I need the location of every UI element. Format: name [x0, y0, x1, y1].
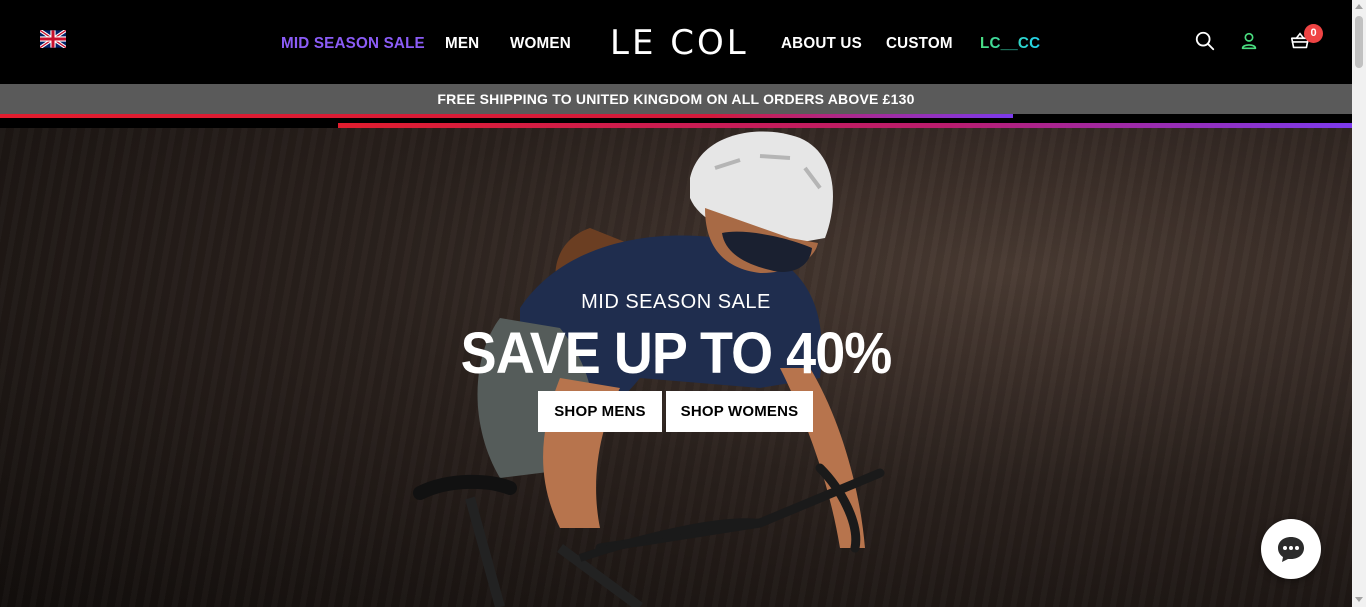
hero-banner: MID SEASON SALE SAVE UP TO 40% SHOP MENS…	[0, 128, 1352, 607]
page-scrollbar[interactable]	[1352, 0, 1366, 607]
chat-widget-button[interactable]	[1261, 519, 1321, 579]
hero-eyebrow: MID SEASON SALE	[581, 291, 771, 313]
chat-bubble-icon	[1278, 537, 1304, 562]
account-icon[interactable]	[1238, 30, 1260, 52]
shop-womens-button[interactable]: SHOP WOMENS	[666, 391, 813, 432]
shipping-banner: FREE SHIPPING TO UNITED KINGDOM ON ALL O…	[0, 84, 1352, 114]
nav-men[interactable]: MEN	[445, 35, 479, 53]
scroll-up-arrow-icon[interactable]	[1355, 4, 1363, 9]
nav-custom[interactable]: CUSTOM	[886, 35, 953, 53]
hero-headline: SAVE UP TO 40%	[460, 321, 893, 386]
search-icon[interactable]	[1194, 30, 1216, 52]
site-logo[interactable]: LE COL	[610, 23, 749, 63]
nav-mid-season-sale[interactable]: MID SEASON SALE	[281, 35, 425, 53]
scroll-down-arrow-icon[interactable]	[1355, 597, 1363, 602]
shop-mens-button[interactable]: SHOP MENS	[538, 391, 662, 432]
nav-about-us[interactable]: ABOUT US	[781, 35, 862, 53]
nav-women[interactable]: WOMEN	[510, 35, 571, 53]
nav-lccc[interactable]: LC__CC	[980, 35, 1040, 53]
accent-stripe	[0, 114, 1013, 118]
site-header: MID SEASON SALE MEN WOMEN LE COL ABOUT U…	[0, 0, 1352, 84]
uk-flag-icon[interactable]	[40, 30, 66, 48]
scrollbar-thumb[interactable]	[1355, 16, 1363, 68]
cart-count-badge: 0	[1304, 24, 1323, 43]
